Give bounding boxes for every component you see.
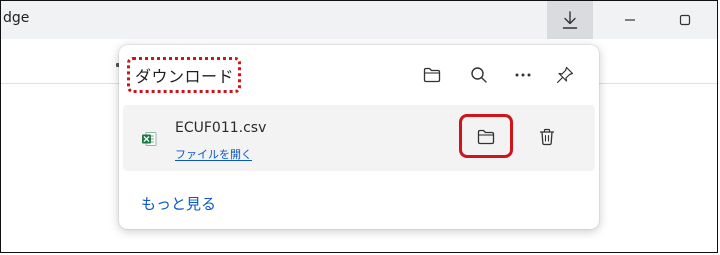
delete-button[interactable] (535, 125, 559, 149)
minimize-icon (625, 19, 635, 21)
downloads-button[interactable] (547, 1, 593, 39)
search-downloads-button[interactable] (467, 63, 491, 87)
download-arrow-icon (562, 11, 578, 29)
minimize-button[interactable] (607, 1, 653, 39)
show-in-folder-button[interactable] (474, 125, 498, 149)
window-title: dge (3, 10, 30, 26)
title-highlight-box (127, 57, 241, 93)
open-file-link[interactable]: ファイルを開く (175, 146, 252, 162)
search-icon (471, 67, 487, 83)
title-bar: dge (1, 1, 717, 39)
open-downloads-folder-button[interactable] (420, 63, 444, 87)
pin-icon (556, 66, 574, 84)
browser-window: dge ダウンロード ECUF011.csv ファイルを開く もっと見る (0, 0, 718, 253)
maximize-icon (679, 14, 691, 26)
excel-csv-icon (142, 132, 157, 146)
pin-panel-button[interactable] (553, 63, 577, 87)
more-icon (515, 73, 531, 77)
panel-header: ダウンロード (119, 45, 599, 101)
folder-icon (477, 129, 495, 145)
see-more-link[interactable]: もっと見る (141, 193, 216, 214)
download-item[interactable]: ECUF011.csv ファイルを開く (123, 105, 595, 171)
downloads-panel: ダウンロード ECUF011.csv ファイルを開く もっと見る (119, 45, 599, 229)
trash-icon (539, 128, 555, 146)
folder-icon (423, 67, 441, 83)
more-options-button[interactable] (511, 63, 535, 87)
maximize-button[interactable] (662, 1, 708, 39)
file-name: ECUF011.csv (175, 120, 267, 136)
